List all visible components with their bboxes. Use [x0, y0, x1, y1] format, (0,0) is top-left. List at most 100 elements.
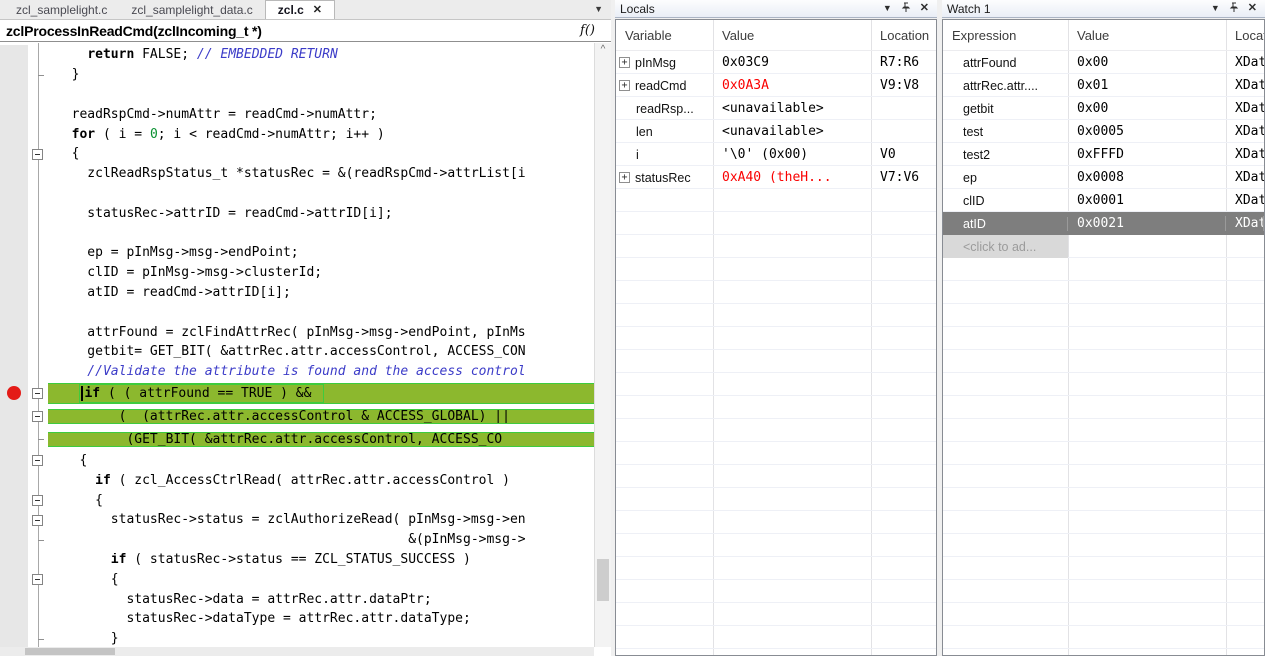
fold-collapse-icon[interactable]	[32, 148, 43, 160]
locals-row[interactable]: + statusRec 0xA40 (theH... V7:V6	[616, 166, 936, 189]
name-cell[interactable]: getbit	[943, 102, 1068, 116]
value-cell[interactable]: <unavailable>	[713, 101, 871, 116]
name-cell[interactable]: test	[943, 125, 1068, 139]
breakpoint-gutter[interactable]	[0, 549, 28, 570]
column-header[interactable]: Value	[1068, 28, 1226, 43]
column-header[interactable]: Variable	[616, 28, 713, 43]
pin-icon[interactable]	[1229, 2, 1239, 15]
breakpoint-gutter[interactable]	[0, 262, 28, 283]
name-cell[interactable]: i	[616, 148, 713, 162]
expand-icon[interactable]: +	[619, 80, 630, 91]
code-line[interactable]: if ( zcl_AccessCtrlRead( attrRec.attr.ac…	[0, 470, 594, 491]
name-cell[interactable]: attrFound	[943, 56, 1068, 70]
expand-icon[interactable]: +	[619, 172, 630, 183]
code-line[interactable]: getbit= GET_BIT( &attrRec.attr.accessCon…	[0, 341, 594, 362]
column-header[interactable]: Location	[871, 28, 936, 43]
add-watch-row[interactable]: <click to ad...	[943, 235, 1264, 258]
watch-row[interactable]: atID 0x0021XData	[943, 212, 1264, 235]
watch-row[interactable]: getbit 0x00 XData	[943, 97, 1264, 120]
value-cell[interactable]: 0x0005	[1068, 124, 1226, 139]
name-cell[interactable]: test2	[943, 148, 1068, 162]
breakpoint-gutter[interactable]	[0, 124, 28, 144]
code-line[interactable]: {	[0, 143, 594, 164]
name-cell[interactable]: + pInMsg	[616, 56, 713, 70]
value-cell[interactable]: 0xA40 (theH...	[713, 170, 871, 185]
code-line[interactable]: (GET_BIT( &attrRec.attr.accessControl, A…	[0, 427, 594, 451]
function-icon[interactable]: f()	[580, 23, 605, 38]
tab-zcl_samplelight.c[interactable]: zcl_samplelight.c	[4, 0, 119, 19]
breakpoint-gutter[interactable]	[0, 322, 28, 342]
name-cell[interactable]: atID	[943, 216, 1068, 231]
code-line[interactable]: ( (attrRec.attr.accessControl & ACCESS_G…	[0, 404, 594, 428]
code-line[interactable]: atID = readCmd->attrID[i];	[0, 282, 594, 303]
fold-collapse-icon[interactable]	[32, 495, 43, 507]
name-cell[interactable]: ep	[943, 171, 1068, 185]
breakpoint-gutter[interactable]	[0, 163, 28, 184]
code-line[interactable]: //Validate the attribute is found and th…	[0, 361, 594, 382]
fold-collapse-icon[interactable]	[32, 574, 43, 586]
value-cell[interactable]: 0x00	[1068, 55, 1226, 70]
breakpoint-gutter[interactable]	[0, 589, 28, 609]
expand-icon[interactable]: +	[619, 57, 630, 68]
code-line[interactable]: readRspCmd->numAttr = readCmd->numAttr;	[0, 104, 594, 125]
pin-icon[interactable]	[901, 2, 911, 15]
panel-titlebar[interactable]: Watch 1 ▼ ✕	[942, 0, 1265, 18]
code-line[interactable]: if ( ( attrFound == TRUE ) &&	[0, 381, 594, 405]
breakpoint-gutter[interactable]	[0, 104, 28, 125]
locals-row[interactable]: i '\0' (0x00) V0	[616, 143, 936, 166]
breakpoint-gutter[interactable]	[0, 361, 28, 382]
code-line[interactable]	[0, 223, 594, 243]
name-cell[interactable]: + readCmd	[616, 79, 713, 93]
watch-row[interactable]: clID 0x0001 XData	[943, 189, 1264, 212]
breakpoint-gutter[interactable]	[0, 470, 28, 491]
add-watch-placeholder[interactable]: <click to ad...	[943, 235, 1068, 258]
panel-menu-icon[interactable]: ▼	[1211, 4, 1220, 13]
breakpoint-gutter[interactable]	[0, 509, 28, 530]
breakpoint-gutter[interactable]	[0, 427, 28, 451]
breakpoint-gutter[interactable]	[0, 282, 28, 303]
close-icon[interactable]: ✕	[920, 3, 929, 14]
breakpoint-gutter[interactable]	[0, 404, 28, 428]
breakpoint-gutter[interactable]	[0, 203, 28, 224]
breakpoint-gutter[interactable]	[0, 183, 28, 204]
name-cell[interactable]: clID	[943, 194, 1068, 208]
name-cell[interactable]: attrRec.attr....	[943, 79, 1068, 93]
breakpoint-gutter[interactable]	[0, 84, 28, 105]
breakpoint-icon[interactable]	[7, 386, 21, 401]
code-line[interactable]: }	[0, 628, 594, 647]
value-cell[interactable]: 0xFFFD	[1068, 147, 1226, 162]
breakpoint-gutter[interactable]	[0, 45, 28, 65]
locals-row[interactable]: + pInMsg 0x03C9 R7:R6	[616, 51, 936, 74]
code-line[interactable]: }	[0, 64, 594, 85]
value-cell[interactable]: 0x0A3A	[713, 78, 871, 93]
watch-row[interactable]: ep 0x0008 XData	[943, 166, 1264, 189]
vertical-scrollbar[interactable]: ^	[594, 43, 611, 647]
code-line[interactable]: clID = pInMsg->msg->clusterId;	[0, 262, 594, 283]
watch-row[interactable]: attrRec.attr.... 0x01 XData	[943, 74, 1264, 97]
value-cell[interactable]: 0x0001	[1068, 193, 1226, 208]
code-line[interactable]	[0, 84, 594, 105]
breakpoint-gutter[interactable]	[0, 341, 28, 362]
breakpoint-gutter[interactable]	[0, 628, 28, 647]
horizontal-scrollbar[interactable]	[0, 647, 594, 656]
code-line[interactable]: return FALSE; // EMBEDDED RETURN	[0, 45, 594, 65]
fold-collapse-icon[interactable]	[32, 514, 43, 526]
code-line[interactable]: statusRec->status = zclAuthorizeRead( pI…	[0, 509, 594, 530]
breakpoint-gutter[interactable]	[0, 302, 28, 323]
code-line[interactable]: statusRec->attrID = readCmd->attrID[i];	[0, 203, 594, 224]
column-header[interactable]: Value	[713, 28, 871, 43]
tab-overflow-icon[interactable]: ▼	[594, 4, 603, 14]
code-line[interactable]: ep = pInMsg->msg->endPoint;	[0, 242, 594, 263]
value-cell[interactable]: 0x03C9	[713, 55, 871, 70]
breakpoint-gutter[interactable]	[0, 529, 28, 550]
locals-row[interactable]: readRsp... <unavailable>	[616, 97, 936, 120]
value-cell[interactable]: 0x0021	[1068, 216, 1226, 231]
code-editor[interactable]: return FALSE; // EMBEDDED RETURN } readR…	[0, 43, 611, 656]
value-cell[interactable]: '\0' (0x00)	[713, 147, 871, 162]
breakpoint-gutter[interactable]	[0, 569, 28, 590]
tab-close-icon[interactable]: ✕	[313, 4, 322, 16]
code-line[interactable]: statusRec->dataType = attrRec.attr.dataT…	[0, 608, 594, 629]
breakpoint-gutter[interactable]	[0, 490, 28, 510]
value-cell[interactable]: <unavailable>	[713, 124, 871, 139]
watch-row[interactable]: test2 0xFFFD XData	[943, 143, 1264, 166]
